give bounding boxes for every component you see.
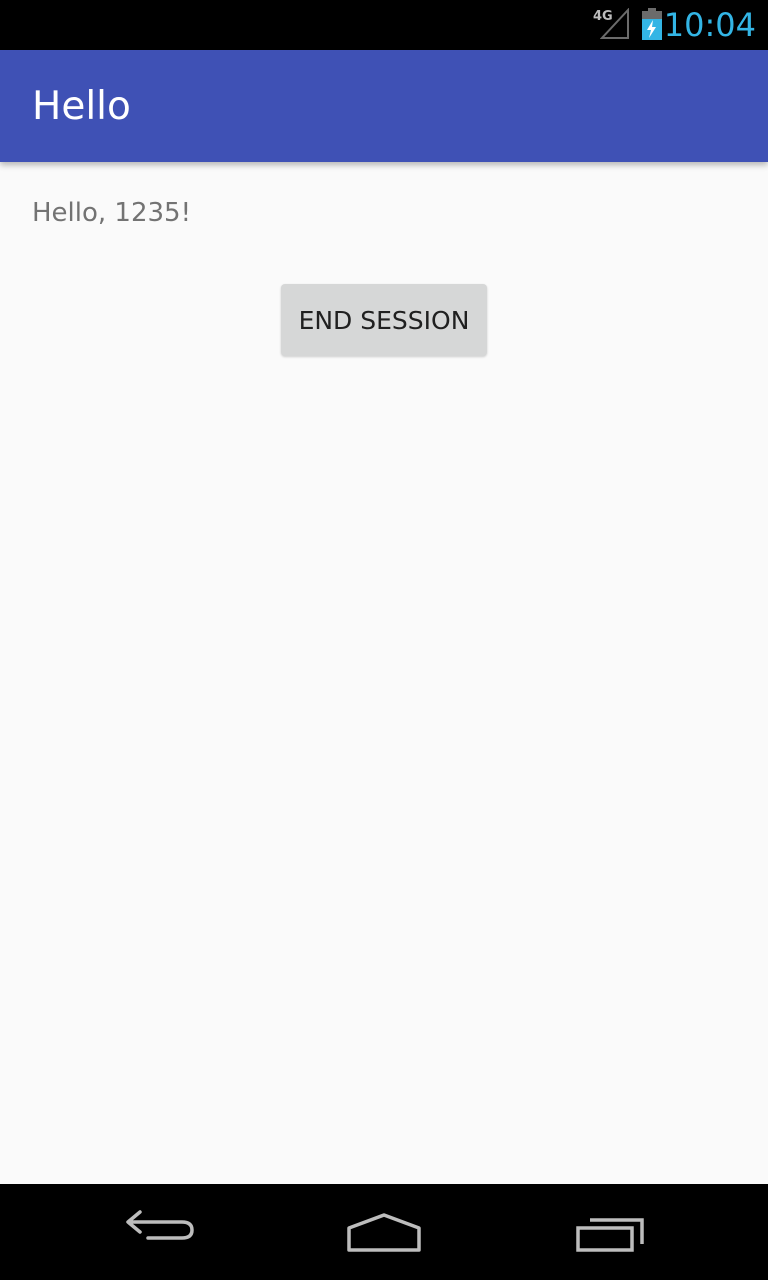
clock: 10:04 bbox=[663, 6, 756, 44]
battery-charging-icon bbox=[642, 8, 662, 40]
home-icon[interactable] bbox=[339, 1208, 429, 1256]
back-icon[interactable] bbox=[116, 1208, 206, 1256]
recents-icon[interactable] bbox=[566, 1208, 656, 1256]
app-bar: Hello bbox=[0, 50, 768, 162]
navigation-bar bbox=[0, 1184, 768, 1280]
page-title: Hello bbox=[32, 84, 131, 129]
status-bar: 4G 10:04 bbox=[0, 0, 768, 50]
main-content: Hello, 1235! END SESSION bbox=[0, 162, 768, 1184]
greeting-text: Hello, 1235! bbox=[32, 198, 192, 228]
signal-icon bbox=[600, 8, 629, 39]
end-session-button[interactable]: END SESSION bbox=[281, 284, 487, 356]
